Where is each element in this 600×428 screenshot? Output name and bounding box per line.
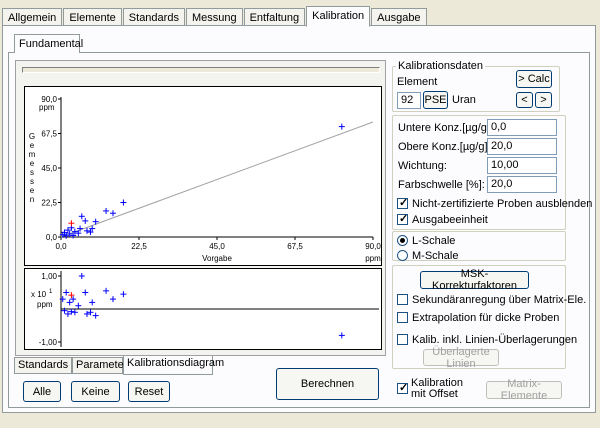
extrapolation-checkbox[interactable] <box>397 312 408 323</box>
y-axis-label-char: s <box>30 168 34 177</box>
y-axis-label-char: e <box>30 141 35 150</box>
data-point <box>338 123 345 130</box>
x-unit-label: ppm <box>365 254 381 263</box>
residual-point <box>120 291 127 298</box>
obere-konz-label: Obere Konz.[µg/g]: <box>398 141 491 153</box>
nicht-zertifiziert-checkbox[interactable]: ✓ <box>397 197 408 209</box>
l-schale-label: L-Schale <box>412 235 456 247</box>
calc-button[interactable]: > Calc <box>516 70 552 88</box>
residual-y-tick-label: 1,00 <box>41 272 57 281</box>
reset-button[interactable]: Reset <box>128 381 170 402</box>
data-point <box>110 210 116 217</box>
kalib-linien-checkbox[interactable] <box>397 334 408 345</box>
alle-button[interactable]: Alle <box>23 381 61 402</box>
m-schale-radio[interactable] <box>397 250 408 261</box>
residual-point <box>110 296 116 303</box>
residual-point <box>103 287 110 294</box>
calibration-chart-box: 0,0 22,5 45,0 67,5 90,0 ppm 0,0 22,5 45,0 67,5 90,… <box>24 86 382 266</box>
y-tick-label: 22,5 <box>41 199 57 208</box>
y-axis-label-char: n <box>30 195 34 204</box>
residual-chart-box: 1,00 -1,00 x 10 1 ppm <box>24 268 382 350</box>
msk-korrekturfaktoren-button[interactable]: MSK-Korrekturfaktoren <box>420 268 529 292</box>
main-tabs: Allgemein Elemente Standards Messung Entfalt… <box>2 6 428 27</box>
berechnen-button[interactable]: Berechnen <box>276 368 379 400</box>
y-axis-label-char: m <box>29 150 36 159</box>
tab-kalibration[interactable]: Kalibration <box>306 6 371 27</box>
fit-line <box>60 121 374 238</box>
residual-point <box>63 289 70 296</box>
residual-point <box>75 302 82 309</box>
x-tick-label: 45,0 <box>209 242 225 251</box>
obere-konz-field[interactable]: 20,0 <box>487 138 557 155</box>
kalibration-offset-label-line2: mit Offset <box>411 388 458 400</box>
kalibration-offset-checkbox[interactable]: ✓ <box>397 382 408 394</box>
data-point <box>120 199 127 206</box>
data-point <box>82 217 89 224</box>
x-tick-label: 22,5 <box>131 242 147 251</box>
y-tick-label: 67,5 <box>41 130 57 139</box>
residual-point <box>66 299 73 306</box>
ausgabeeinheit-label: Ausgabeeinheit <box>412 214 488 226</box>
sekundaeranregung-label: Sekundäranregung über Matrix-Ele. <box>412 294 587 306</box>
matrix-elemente-button[interactable]: Matrix-Elemente <box>486 378 562 402</box>
residual-point <box>338 332 345 339</box>
next-element-button[interactable]: > <box>535 92 552 108</box>
residual-point <box>92 312 99 319</box>
data-point <box>103 207 110 214</box>
residual-unit: ppm <box>37 300 53 309</box>
x-tick-label: 0,0 <box>55 242 67 251</box>
farbschwelle-label: Farbschwelle [%]: <box>398 179 485 191</box>
untere-konz-field[interactable]: 0,0 <box>487 119 557 136</box>
calibration-chart: 0,022,545,067,590,0ppm0,0 22,5 45,0 67,5 90,… <box>29 95 382 263</box>
x-tick-label: 67,5 <box>287 242 303 251</box>
prev-element-button[interactable]: < <box>516 92 533 108</box>
x-tick-label: 90,0 <box>365 242 381 251</box>
element-label: Element <box>397 76 438 88</box>
y-unit-label: ppm <box>39 103 55 112</box>
keine-button[interactable]: Keine <box>71 381 120 402</box>
y-tick-label: 0,0 <box>46 233 58 242</box>
pse-button[interactable]: PSE <box>423 91 448 109</box>
residual-point <box>71 309 78 316</box>
untere-konz-label: Untere Konz.[µg/g]: <box>398 122 493 134</box>
element-name: Uran <box>452 94 476 106</box>
ausgabeeinheit-checkbox[interactable]: ✓ <box>397 213 408 225</box>
data-point <box>78 213 85 220</box>
kalibrationsdaten-title: Kalibrationsdaten <box>396 60 486 72</box>
farbschwelle-field[interactable]: 20,0 <box>487 176 557 193</box>
plot-toolbar-bar <box>22 67 380 73</box>
data-point <box>68 220 75 227</box>
residual-point <box>78 273 85 279</box>
residual-point <box>82 289 89 296</box>
kalib-linien-label: Kalib. inkl. Linien-Überlagerungen <box>412 334 578 346</box>
tab-kalibrationsdiagram[interactable]: Kalibrationsdiagram <box>123 356 224 375</box>
kalibration-offset-label: Kalibration mit Offset <box>411 378 463 400</box>
element-number-field[interactable]: 92 <box>397 92 421 109</box>
ueberlagerte-linien-button[interactable]: Überlagerte Linien <box>423 346 499 370</box>
wichtung-field[interactable]: 10,00 <box>487 157 557 174</box>
residual-y-tick-label: -1,00 <box>39 338 58 347</box>
y-axis-label-char: e <box>30 186 35 195</box>
y-tick-label: 45,0 <box>41 164 57 173</box>
y-axis-label-char: e <box>30 159 35 168</box>
nicht-zertifiziert-label: Nicht-zertifizierte Proben ausblenden <box>412 198 593 210</box>
extrapolation-label: Extrapolation für dicke Proben <box>412 312 560 324</box>
residual-chart: 1,00 -1,00 x 10 1 ppm <box>31 271 379 347</box>
residual-point <box>89 299 96 306</box>
tab-parameter[interactable]: Parameter <box>72 357 127 374</box>
y-axis-label-char: s <box>30 177 34 186</box>
tab-fundamental[interactable]: Fundamental <box>14 34 83 53</box>
residual-multiplier-exp: 1 <box>49 289 53 295</box>
data-point <box>84 227 90 234</box>
m-schale-label: M-Schale <box>412 250 459 262</box>
wichtung-label: Wichtung: <box>398 160 447 172</box>
tab-standards[interactable]: Standards <box>14 357 72 374</box>
y-axis-label-char: G <box>29 132 35 141</box>
l-schale-radio[interactable] <box>397 235 408 246</box>
residual-multiplier: x 10 <box>31 290 47 299</box>
sekundaeranregung-checkbox[interactable] <box>397 294 408 305</box>
x-axis-label: Vorgabe <box>202 254 232 263</box>
